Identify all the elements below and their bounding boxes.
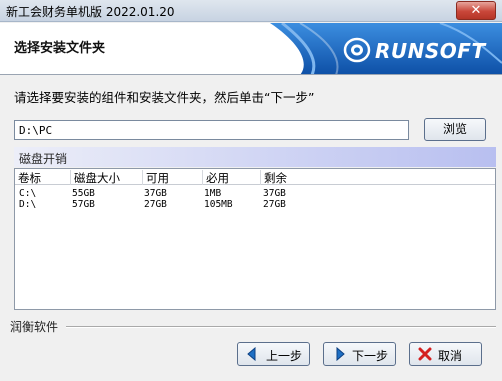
right-arrow-icon — [336, 347, 345, 361]
cell-volume: C:\ — [19, 188, 37, 199]
disk-usage-list[interactable]: 卷标 磁盘大小 可用 必用 剩余 C:\ 55GB 37GB 1MB 37GB … — [14, 168, 496, 310]
cell-required: 105MB — [204, 199, 233, 210]
cell-volume: D:\ — [19, 199, 37, 210]
cell-available: 37GB — [144, 188, 167, 199]
column-header-available[interactable]: 可用 — [142, 170, 202, 185]
cell-required: 1MB — [204, 188, 222, 199]
page-title: 选择安装文件夹 — [14, 41, 106, 56]
browse-button[interactable]: 浏览 — [424, 118, 486, 141]
table-row[interactable]: D:\ 57GB 27GB 105MB 27GB — [15, 199, 495, 210]
instruction-text: 请选择要安装的组件和安装文件夹，然后单击“下一步” — [14, 90, 315, 105]
disk-usage-header: 磁盘开销 — [14, 147, 496, 167]
footer-divider — [66, 326, 496, 328]
cell-remaining: 37GB — [263, 188, 286, 199]
cancel-button[interactable]: 取消 — [409, 342, 482, 366]
next-button-label: 下一步 — [352, 349, 389, 363]
title-bar: 新工会财务单机版 2022.01.20 ✕ — [0, 0, 502, 22]
logo-text: RUNSOFT — [375, 39, 486, 63]
window-title: 新工会财务单机版 2022.01.20 — [6, 5, 175, 19]
column-header-volume[interactable]: 卷标 — [15, 170, 70, 185]
table-row[interactable]: C:\ 55GB 37GB 1MB 37GB — [15, 188, 495, 199]
cell-remaining: 27GB — [263, 199, 286, 210]
cell-available: 27GB — [144, 199, 167, 210]
wizard-header: 选择安装文件夹 RUNSOFT — [0, 23, 502, 75]
previous-button[interactable]: 上一步 — [237, 342, 310, 366]
cell-disk-size: 57GB — [72, 199, 95, 210]
cancel-button-label: 取消 — [438, 349, 463, 363]
left-arrow-icon — [247, 347, 256, 361]
column-header-remaining[interactable]: 剩余 — [260, 170, 320, 185]
close-button[interactable]: ✕ — [456, 1, 496, 20]
runsoft-logo-icon — [343, 37, 371, 63]
next-button[interactable]: 下一步 — [323, 342, 396, 366]
x-icon — [418, 347, 432, 361]
previous-button-label: 上一步 — [266, 349, 303, 363]
list-header: 卷标 磁盘大小 可用 必用 剩余 — [15, 169, 495, 185]
install-path-input[interactable] — [14, 120, 409, 140]
close-icon: ✕ — [470, 3, 482, 18]
column-header-required[interactable]: 必用 — [202, 170, 260, 185]
cell-disk-size: 55GB — [72, 188, 95, 199]
brand-label: 润衡软件 — [10, 320, 59, 334]
column-header-disk-size[interactable]: 磁盘大小 — [70, 170, 142, 185]
